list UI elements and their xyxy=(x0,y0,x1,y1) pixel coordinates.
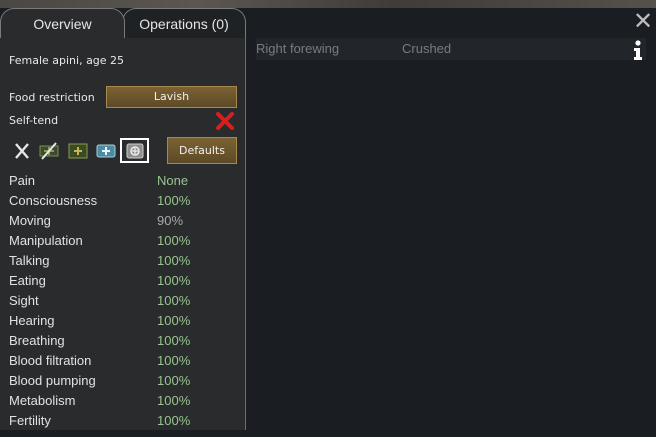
capacity-row: Talking 100% xyxy=(0,251,245,271)
capacity-row: Fertility 100% xyxy=(0,411,245,431)
capacity-name: Blood pumping xyxy=(9,373,96,388)
capacity-name: Breathing xyxy=(9,333,65,348)
herbal-medicine-icon[interactable] xyxy=(67,142,89,160)
no-meds-icon[interactable] xyxy=(38,142,60,160)
capacity-value: 100% xyxy=(157,253,191,268)
capacity-name: Eating xyxy=(9,273,46,288)
capacity-row: Breathing 100% xyxy=(0,331,245,351)
pawn-description: Female apini, age 25 xyxy=(9,54,125,67)
capacity-row: Sight 100% xyxy=(0,291,245,311)
info-icon[interactable] xyxy=(631,39,645,61)
food-restriction-label: Food restriction xyxy=(9,91,95,104)
capacity-row: Hearing 100% xyxy=(0,311,245,331)
capacity-value: 100% xyxy=(157,293,191,308)
capacity-value: 100% xyxy=(157,413,191,428)
capacity-row: Blood pumping 100% xyxy=(0,371,245,391)
capacity-value: 90% xyxy=(157,213,184,228)
capacity-name: Blood filtration xyxy=(9,353,92,368)
capacity-row: Manipulation 100% xyxy=(0,231,245,251)
capacity-row: Metabolism 100% xyxy=(0,391,245,411)
capacity-name: Manipulation xyxy=(9,233,83,248)
capacity-value: 100% xyxy=(157,373,191,388)
capacity-name: Sight xyxy=(9,293,39,308)
capacity-value: 100% xyxy=(157,393,191,408)
capacity-value: 100% xyxy=(157,333,191,348)
food-restriction-button[interactable]: Lavish xyxy=(106,86,237,108)
capacity-value: 100% xyxy=(157,273,191,288)
defaults-button[interactable]: Defaults xyxy=(167,137,237,164)
hediff-body-part: Right forewing xyxy=(256,41,340,56)
tab-overview[interactable]: Overview xyxy=(0,8,125,38)
capacity-row: Consciousness 100% xyxy=(0,191,245,211)
background-strip xyxy=(0,0,656,8)
close-icon[interactable]: ✕ xyxy=(632,9,654,33)
no-care-icon[interactable] xyxy=(12,142,32,160)
capacity-row: Eating 100% xyxy=(0,271,245,291)
tab-operations[interactable]: Operations (0) xyxy=(122,8,246,38)
glitterworld-medicine-button[interactable] xyxy=(120,138,149,163)
capacity-name: Metabolism xyxy=(9,393,76,408)
capacity-name: Moving xyxy=(9,213,51,228)
industrial-medicine-icon[interactable] xyxy=(95,142,117,160)
capacity-value: 100% xyxy=(157,193,191,208)
capacity-name: Fertility xyxy=(9,413,51,428)
capacity-value: 100% xyxy=(157,353,191,368)
capacity-name: Hearing xyxy=(9,313,55,328)
capacity-row: Pain None xyxy=(0,171,245,191)
capacity-name: Talking xyxy=(9,253,50,268)
glitterworld-medicine-icon xyxy=(126,143,144,159)
self-tend-label: Self-tend xyxy=(9,114,59,127)
capacity-value: None xyxy=(157,173,189,188)
capacity-value: 100% xyxy=(157,233,191,248)
capacity-row: Blood filtration 100% xyxy=(0,351,245,371)
hediff-row[interactable]: Right forewing Crushed xyxy=(256,38,646,60)
capacity-name: Consciousness xyxy=(9,193,98,208)
hediff-condition: Crushed xyxy=(402,41,452,56)
capacity-value: 100% xyxy=(157,313,191,328)
self-tend-checkbox-off-icon[interactable] xyxy=(215,111,235,131)
capacity-name: Pain xyxy=(9,173,36,188)
capacity-row: Moving 90% xyxy=(0,211,245,231)
